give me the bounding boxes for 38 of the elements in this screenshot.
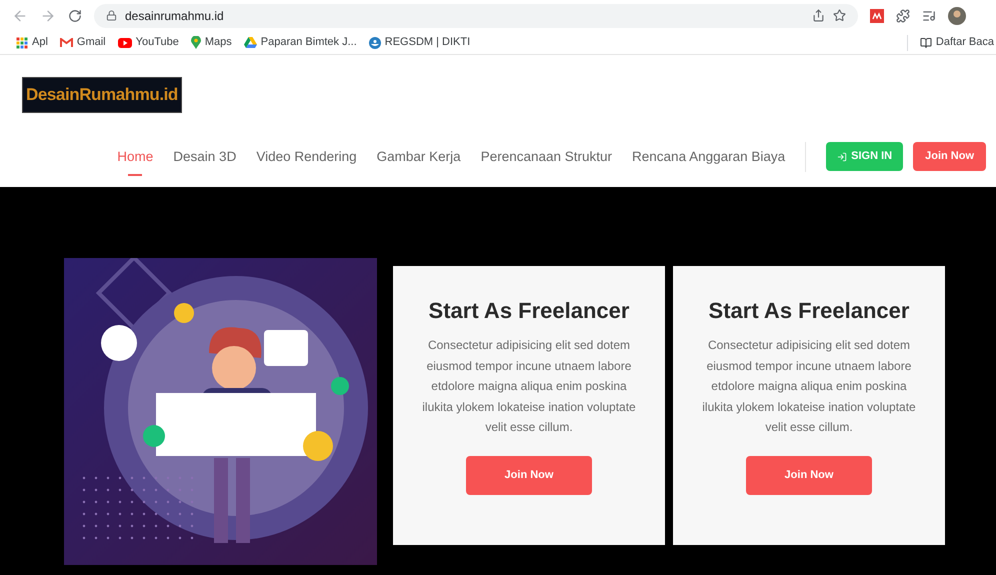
card-description: Consectetur adipisicing elit sed dotem eiusmod tempor incune utnaem labore etdolore maigna aliqua enim poskina ilukita ylokem lokateise ination voluptate velit esse cillum. [701,337,917,436]
map-pin-icon [190,36,201,49]
sign-in-icon [837,152,848,162]
join-now-button[interactable]: Join Now [746,456,872,494]
site-logo[interactable]: DesainRumahmu.id [22,77,182,112]
bookmark-link[interactable]: Maps [190,34,232,51]
nav-link[interactable]: Perencanaan Struktur [480,146,612,176]
address-bar[interactable]: desainrumahmu.id [94,4,858,28]
apps-grid-icon [16,36,28,48]
bookmark-link[interactable]: REGSDM | DIKTI [368,34,470,51]
nav-link[interactable]: Gambar Kerja [376,146,461,176]
play-icon [118,38,132,48]
nav-link[interactable]: Home [117,146,154,176]
nav-link[interactable]: Rencana Anggaran Biaya [632,146,786,176]
media-list-icon[interactable] [922,8,936,22]
join-now-button[interactable]: Join Now [466,456,592,494]
nav-link[interactable]: Desain 3D [173,146,236,176]
reading-list-button[interactable]: Daftar Baca [920,34,994,51]
extension-icon[interactable] [870,8,884,22]
url-text: desainrumahmu.id [125,8,224,24]
mail-icon [60,38,73,48]
bookmark-link[interactable]: Apl [16,34,48,51]
card-title: Start As Freelancer [708,297,910,325]
star-icon[interactable] [833,9,846,22]
bookmark-link[interactable]: YouTube [118,34,179,51]
triangle-icon [244,37,257,48]
puzzle-icon[interactable] [896,8,910,22]
card-description: Consectetur adipisicing elit sed dotem eiusmod tempor incune utnaem labore etdolore maigna aliqua enim poskina ilukita ylokem lokateise ination voluptate velit esse cillum. [421,337,637,436]
avatar-icon[interactable] [948,6,966,24]
reload-button[interactable] [68,8,82,22]
bookmark-link[interactable]: Gmail [60,34,106,51]
card-title: Start As Freelancer [428,297,630,325]
join-now-button[interactable]: Join Now [913,142,986,172]
book-icon [920,36,932,48]
nav-link[interactable]: Video Rendering [256,146,357,176]
bookmark-link[interactable]: Paparan Bimtek J... [244,34,357,51]
lock-icon [106,10,117,21]
share-icon[interactable] [812,9,825,22]
